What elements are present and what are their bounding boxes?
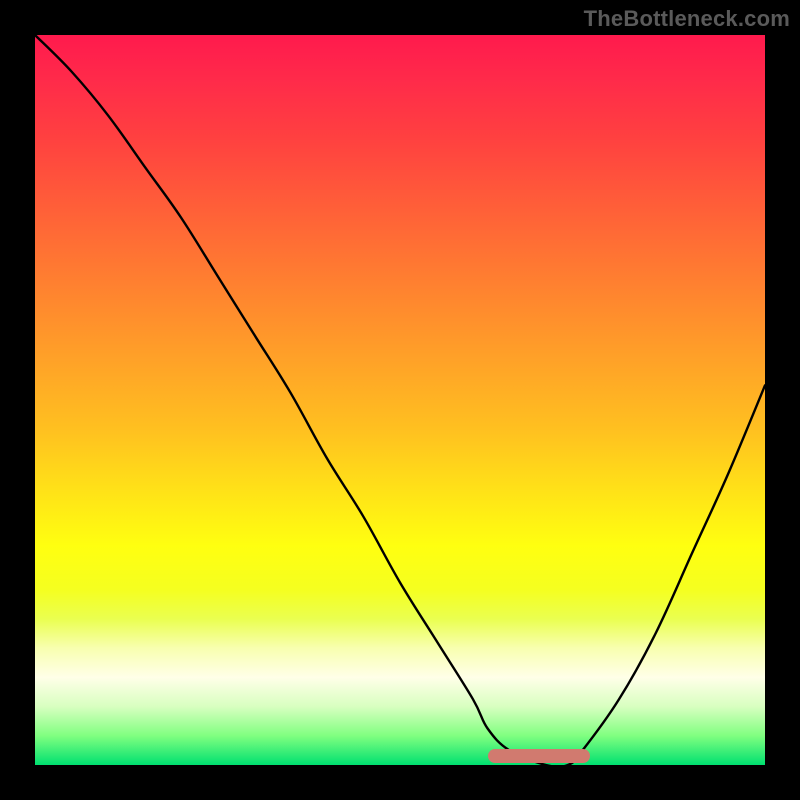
watermark-text: TheBottleneck.com xyxy=(584,6,790,32)
plot-area xyxy=(35,35,765,765)
chart-frame: TheBottleneck.com xyxy=(0,0,800,800)
curve-svg xyxy=(35,35,765,765)
bottleneck-curve xyxy=(35,35,765,765)
valley-marker xyxy=(488,749,590,763)
